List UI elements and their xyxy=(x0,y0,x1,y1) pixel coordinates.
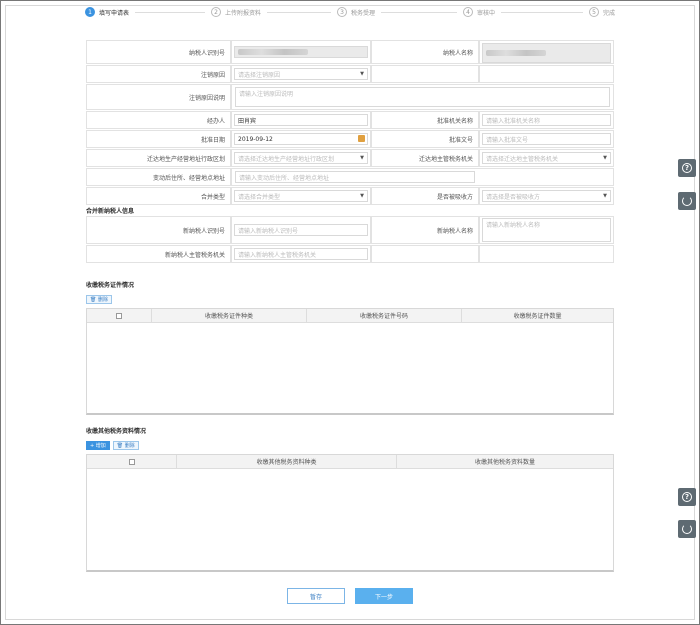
question-icon: ? xyxy=(682,492,692,502)
others-table: 收缴其他税务资料种类 收缴其他税务资料数量 xyxy=(86,454,614,572)
support-button[interactable] xyxy=(678,192,696,210)
column-header: 收缴税务证件种类 xyxy=(152,309,307,322)
continue-label: 是否被吸收方 xyxy=(371,187,479,205)
table-header: 收缴税务证件种类 收缴税务证件号码 收缴税务证件数量 xyxy=(87,309,613,323)
step-number: 4 xyxy=(463,7,473,17)
application-form: 纳税人识别号 纳税人名称 注销原因 请选择注销原因 ▼ 注销原因说明 请输入注销原… xyxy=(86,40,614,264)
headset-icon xyxy=(682,524,692,534)
move-region-select[interactable]: 请选择迁达地生产经营地址行政区划 ▼ xyxy=(234,152,368,164)
approval-date-label: 批准日期 xyxy=(86,130,231,148)
step-number: 1 xyxy=(85,7,95,17)
cancel-reason-desc-label: 注销原因说明 xyxy=(86,84,231,110)
certs-table: 收缴税务证件种类 收缴税务证件号码 收缴税务证件数量 xyxy=(86,308,614,415)
step-3: 3 税务受理 xyxy=(337,7,463,17)
headset-icon xyxy=(682,196,692,206)
new-tax-org-label: 新纳税人主管税务机关 xyxy=(86,245,231,263)
step-label: 税务受理 xyxy=(351,9,376,17)
cancel-reason-label: 注销原因 xyxy=(86,65,231,83)
move-tax-org-label: 迁达地主管税务机关 xyxy=(371,149,479,167)
redacted-value xyxy=(238,49,308,55)
others-section: 收缴其他税务资料情况 + 增加 🗑 删除 收缴其他税务资料种类 收缴其他税务资料… xyxy=(86,426,614,572)
approval-org-field[interactable]: 请输入批准机关名称 xyxy=(482,114,611,126)
others-title: 收缴其他税务资料情况 xyxy=(86,428,147,435)
approval-doc-field[interactable]: 请输入批准文号 xyxy=(482,133,611,145)
trash-icon: 🗑 xyxy=(90,296,97,303)
address-label: 变动后住所、经营地点地址 xyxy=(86,168,231,186)
step-label: 上传附报资料 xyxy=(225,9,262,17)
step-progress: 1 填写申请表 2 上传附报资料 3 税务受理 4 审核中 5 完成 xyxy=(85,5,615,19)
next-step-button[interactable]: 下一步 xyxy=(355,588,413,604)
calendar-icon[interactable] xyxy=(358,135,365,142)
step-label: 填写申请表 xyxy=(99,9,130,17)
table-header: 收缴其他税务资料种类 收缴其他税务资料数量 xyxy=(87,455,613,469)
move-tax-org-select[interactable]: 请选择迁达地主管税务机关 ▼ xyxy=(482,152,611,164)
approval-org-label: 批准机关名称 xyxy=(371,111,479,129)
form-actions: 暂存 下一步 xyxy=(0,588,700,604)
step-2: 2 上传附报资料 xyxy=(211,7,337,17)
chevron-down-icon: ▼ xyxy=(360,71,364,77)
new-taxpayer-section-title: 合并新纳税人信息 xyxy=(86,208,135,215)
step-1: 1 填写申请表 xyxy=(85,7,211,17)
new-taxpayer-name-label: 新纳税人名称 xyxy=(371,216,479,244)
move-region-label: 迁达地生产经营地址行政区划 xyxy=(86,149,231,167)
step-label: 完成 xyxy=(603,9,616,17)
redacted-value xyxy=(486,50,546,56)
others-delete-button[interactable]: 🗑 删除 xyxy=(112,441,139,450)
select-all-checkbox[interactable] xyxy=(116,312,122,319)
chevron-down-icon: ▼ xyxy=(360,155,364,161)
new-taxpayer-name-field[interactable]: 请输入新纳税人名称 xyxy=(482,218,611,242)
taxpayer-id-field xyxy=(234,46,368,58)
save-draft-button[interactable]: 暂存 xyxy=(287,588,345,604)
merge-type-label: 合并类型 xyxy=(86,187,231,205)
support-button[interactable] xyxy=(678,520,696,538)
handler-field[interactable]: 田肖宾 xyxy=(234,114,368,126)
step-4: 4 审核中 xyxy=(463,7,589,17)
chevron-down-icon: ▼ xyxy=(360,193,364,199)
continue-select[interactable]: 请选择是否被吸收方 ▼ xyxy=(482,190,611,202)
question-icon: ? xyxy=(682,163,692,173)
step-number: 2 xyxy=(211,7,221,17)
certs-title: 收缴税务证件情况 xyxy=(86,282,135,289)
taxpayer-name-label: 纳税人名称 xyxy=(371,40,479,64)
new-taxpayer-id-field[interactable]: 请输入新纳税人识别号 xyxy=(234,224,368,236)
approval-doc-label: 批准文号 xyxy=(371,130,479,148)
chevron-down-icon: ▼ xyxy=(603,193,607,199)
address-field[interactable]: 请输入变动后住所、经营地点地址 xyxy=(235,171,475,183)
cancel-reason-desc-textarea[interactable]: 请输入注销原因说明 xyxy=(235,87,610,107)
chevron-down-icon: ▼ xyxy=(603,155,607,161)
taxpayer-id-label: 纳税人识别号 xyxy=(86,40,231,64)
new-tax-org-field[interactable]: 请输入新纳税人主管税务机关 xyxy=(234,248,368,260)
trash-icon: 🗑 xyxy=(116,442,124,449)
handler-label: 经办人 xyxy=(86,111,231,129)
step-number: 5 xyxy=(589,7,599,17)
taxpayer-name-field xyxy=(482,43,611,63)
merge-type-select[interactable]: 请选择合并类型 ▼ xyxy=(234,190,368,202)
help-button[interactable]: ? xyxy=(678,488,696,506)
step-number: 3 xyxy=(337,7,347,17)
new-taxpayer-id-label: 新纳税人识别号 xyxy=(86,216,231,244)
certs-delete-button[interactable]: 🗑 删除 xyxy=(86,295,112,304)
help-button[interactable]: ? xyxy=(678,159,696,177)
step-5: 5 完成 xyxy=(589,7,615,17)
select-all-checkbox[interactable] xyxy=(128,458,135,465)
others-add-button[interactable]: + 增加 xyxy=(86,441,110,450)
column-header: 收缴税务证件数量 xyxy=(513,313,562,320)
certs-section: 收缴税务证件情况 🗑 删除 收缴税务证件种类 收缴税务证件号码 收缴税务证件数量 xyxy=(86,280,614,415)
column-header: 收缴其他税务资料种类 xyxy=(177,455,397,468)
step-label: 审核中 xyxy=(477,9,496,17)
column-header: 收缴税务证件号码 xyxy=(307,309,462,322)
column-header: 收缴其他税务资料数量 xyxy=(474,459,535,466)
approval-date-field[interactable]: 2019-09-12 xyxy=(234,133,368,145)
cancel-reason-select[interactable]: 请选择注销原因 ▼ xyxy=(234,68,368,80)
